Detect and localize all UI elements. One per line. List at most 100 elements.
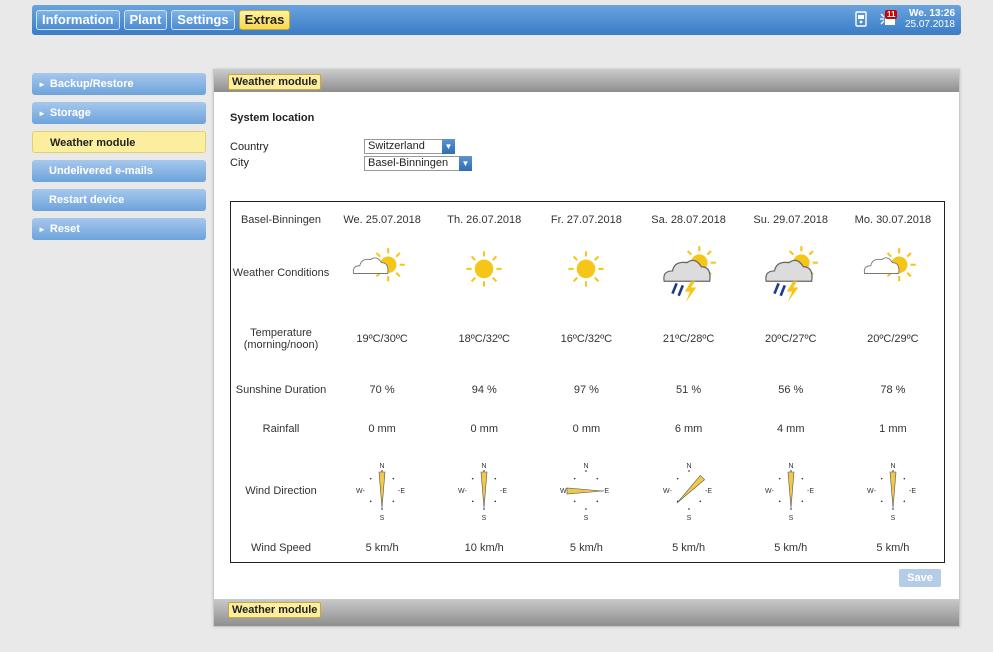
rainfall-value: 4 mm: [776, 423, 805, 435]
row-label-conditions: Weather Conditions: [232, 267, 330, 279]
sidebar-item-label: Storage: [49, 107, 91, 119]
wind-speed-value: 5 km/h: [672, 542, 706, 554]
nav-information[interactable]: Information: [36, 10, 120, 30]
sidebar-item-weather-module[interactable]: Weather module: [32, 131, 206, 153]
city-select[interactable]: Basel-Binningen ▼: [364, 156, 472, 171]
rainfall-value: 0 mm: [368, 423, 396, 435]
compass-icon: N S W- -E: [637, 448, 739, 534]
sunshine-value: 56 %: [778, 384, 804, 396]
wind-speed-value: 5 km/h: [774, 542, 808, 554]
sunshine-value: 94 %: [471, 384, 497, 396]
temperature-sublabel: (morning/noon): [243, 339, 319, 351]
day-date: Fr. 27.07.2018: [550, 214, 622, 226]
compass-icon: N S W- -E: [842, 448, 944, 534]
sun-icon: [535, 238, 637, 308]
panel-footer-title: Weather module: [228, 602, 322, 618]
wind-speed-value: 5 km/h: [365, 542, 399, 554]
events-count-badge: 11: [884, 10, 898, 19]
chevron-down-icon[interactable]: ▼: [442, 139, 455, 154]
day-time: We. 13:26: [909, 8, 955, 19]
svg-text:N: N: [788, 463, 793, 470]
save-button[interactable]: Save: [899, 569, 941, 587]
nav-settings[interactable]: Settings: [171, 10, 235, 30]
day-date: We. 25.07.2018: [343, 214, 421, 226]
rainfall-value: 0 mm: [470, 423, 498, 435]
chevron-down-icon[interactable]: ▼: [459, 156, 472, 171]
temperature-label: Temperature: [250, 327, 312, 339]
svg-text:S: S: [482, 515, 487, 522]
sidebar-item-label: Restart device: [49, 194, 125, 206]
sun-icon: [433, 238, 535, 308]
panel-header: Weather module: [214, 70, 959, 92]
row-label-temperature: Temperature (morning/noon): [231, 308, 331, 370]
temperature-value: 16ºC/32ºC: [560, 333, 613, 345]
top-bar: Information Plant Settings Extras 11 We.…: [32, 5, 961, 35]
svg-text:S: S: [788, 515, 793, 522]
main-nav: Information Plant Settings Extras: [36, 10, 291, 30]
temperature-value: 20ºC/27ºC: [765, 333, 817, 345]
sunshine-value: 97 %: [573, 384, 599, 396]
day-date: Mo. 30.07.2018: [854, 214, 932, 226]
sunshine-value: 70 %: [369, 384, 395, 396]
row-label-rainfall: Rainfall: [262, 423, 300, 435]
section-title: System location: [230, 112, 315, 124]
svg-text:N: N: [890, 463, 895, 470]
svg-text:-E: -E: [909, 488, 916, 495]
nav-extras[interactable]: Extras: [238, 10, 291, 30]
svg-text:-E: -E: [602, 488, 609, 495]
rainfall-value: 1 mm: [879, 423, 907, 435]
temperature-value: 21ºC/28ºC: [662, 333, 715, 345]
city-label: City: [230, 157, 249, 169]
sidebar-item-label: Backup/Restore: [49, 78, 134, 90]
svg-text:-E: -E: [398, 488, 405, 495]
panel-title: Weather module: [228, 74, 322, 90]
svg-text:W-: W-: [458, 488, 467, 495]
svg-text:N: N: [584, 463, 589, 470]
weather-module-panel: Weather module System location Country S…: [213, 69, 960, 627]
datetime: We. 13:26 25.07.2018: [905, 8, 955, 30]
temperature-value: 18ºC/32ºC: [458, 333, 510, 345]
svg-text:W-: W-: [867, 488, 876, 495]
temperature-value: 20ºC/29ºC: [867, 333, 919, 345]
svg-text:S: S: [380, 515, 385, 522]
sidebar: ► Backup/Restore ► Storage Weather module …: [32, 73, 206, 247]
expand-arrow-icon: ►: [38, 80, 46, 89]
thunderstorm-rain-icon: [637, 238, 739, 308]
row-label-wind-speed: Wind Speed: [251, 542, 311, 554]
svg-text:S: S: [584, 515, 589, 522]
nav-plant[interactable]: Plant: [123, 10, 168, 30]
sidebar-item-label: Reset: [49, 223, 80, 235]
sidebar-item-label: Weather module: [50, 137, 136, 149]
svg-text:-E: -E: [705, 488, 712, 495]
expand-arrow-icon: ►: [38, 225, 46, 234]
country-select[interactable]: Switzerland ▼: [364, 139, 455, 154]
forecast-table: Basel-Binningen We. 25.07.2018 Th. 26.07.2…: [230, 201, 945, 563]
svg-text:N: N: [380, 463, 385, 470]
thunderstorm-rain-icon: [740, 238, 842, 308]
expand-arrow-icon: ►: [38, 109, 46, 118]
country-label: Country: [230, 141, 269, 153]
row-label-sunshine: Sunshine Duration: [235, 384, 327, 396]
sunshine-value: 78 %: [880, 384, 906, 396]
rainfall-value: 0 mm: [572, 423, 601, 435]
sidebar-item-label: Undelivered e-mails: [49, 165, 153, 177]
sidebar-item-reset[interactable]: ► Reset: [32, 218, 206, 240]
device-icon[interactable]: [853, 11, 869, 27]
day-date: Th. 26.07.2018: [447, 214, 522, 226]
sidebar-item-storage[interactable]: ► Storage: [32, 102, 206, 124]
compass-icon: N S W- -E: [535, 448, 637, 534]
svg-text:W-: W-: [765, 488, 774, 495]
wind-speed-value: 5 km/h: [569, 542, 603, 554]
compass-icon: N S W- -E: [331, 448, 433, 534]
current-date: 25.07.2018: [904, 19, 955, 30]
country-value: Switzerland: [368, 140, 425, 152]
events-icon[interactable]: 11: [879, 10, 898, 27]
status-area: 11 We. 13:26 25.07.2018: [853, 8, 955, 30]
sidebar-item-restart-device[interactable]: Restart device: [32, 189, 206, 211]
partly-cloudy-sun-icon: [842, 238, 944, 308]
partly-cloudy-sun-icon: [331, 238, 433, 308]
sidebar-item-undelivered-emails[interactable]: Undelivered e-mails: [32, 160, 206, 182]
day-date: Sa. 28.07.2018: [651, 214, 726, 226]
svg-text:W-: W-: [356, 488, 365, 495]
sidebar-item-backup-restore[interactable]: ► Backup/Restore: [32, 73, 206, 95]
